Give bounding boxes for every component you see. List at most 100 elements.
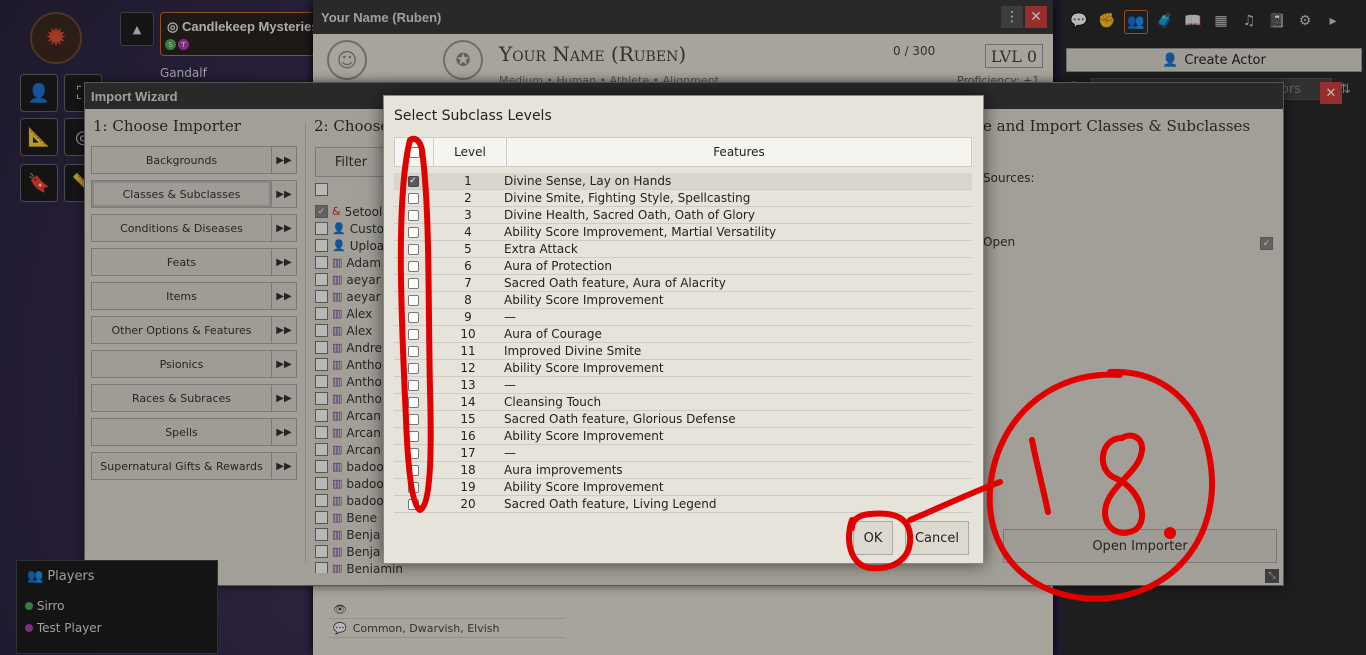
level-checkbox[interactable] xyxy=(407,260,419,272)
level-number: 1 xyxy=(464,174,472,188)
level-checkbox-cell xyxy=(394,394,432,410)
level-checkbox[interactable] xyxy=(407,498,419,510)
level-checkbox-cell xyxy=(394,275,432,291)
level-row[interactable]: 2 Divine Smite, Fighting Style, Spellcast… xyxy=(394,190,972,207)
level-row[interactable]: 10 Aura of Courage xyxy=(394,326,972,343)
level-row[interactable]: 14 Cleansing Touch xyxy=(394,394,972,411)
level-number: 7 xyxy=(464,276,472,290)
level-features: Ability Score Improvement xyxy=(504,361,664,375)
level-row[interactable]: 6 Aura of Protection xyxy=(394,258,972,275)
level-checkbox-cell xyxy=(394,377,432,393)
dialog-title: Select Subclass Levels xyxy=(394,108,552,124)
level-features: Ability Score Improvement xyxy=(504,293,664,307)
subclass-levels-dialog: Select Subclass Levels Level Features ✓ 1… xyxy=(383,95,984,564)
level-number: 10 xyxy=(460,327,476,341)
level-checkbox-cell xyxy=(394,241,432,257)
level-checkbox[interactable] xyxy=(407,430,419,442)
level-checkbox[interactable] xyxy=(407,328,419,340)
level-checkbox-cell xyxy=(394,309,432,325)
level-row[interactable]: 18 Aura improvements xyxy=(394,462,972,479)
level-features: Aura of Courage xyxy=(504,327,602,341)
level-checkbox[interactable] xyxy=(407,379,419,391)
level-row[interactable]: 20 Sacred Oath feature, Living Legend xyxy=(394,496,972,513)
level-features: Cleansing Touch xyxy=(504,395,602,409)
level-checkbox[interactable] xyxy=(407,209,419,221)
level-features: — xyxy=(504,310,516,324)
level-number: 15 xyxy=(460,412,476,426)
level-number: 8 xyxy=(464,293,472,307)
level-number: 16 xyxy=(460,429,476,443)
level-features: — xyxy=(504,378,516,392)
levels-table-header: Level Features xyxy=(394,137,972,167)
level-row[interactable]: 11 Improved Divine Smite xyxy=(394,343,972,360)
level-checkbox-cell xyxy=(394,496,432,512)
level-features: Sacred Oath feature, Glorious Defense xyxy=(504,412,736,426)
level-checkbox[interactable] xyxy=(407,413,419,425)
level-checkbox-cell xyxy=(394,411,432,427)
level-checkbox-cell xyxy=(394,224,432,240)
level-checkbox-cell xyxy=(394,360,432,376)
level-checkbox[interactable] xyxy=(407,464,419,476)
level-checkbox-cell xyxy=(394,445,432,461)
level-number: 3 xyxy=(464,208,472,222)
features-column-header[interactable]: Features xyxy=(507,138,971,166)
level-number: 19 xyxy=(460,480,476,494)
level-features: Ability Score Improvement, Martial Versa… xyxy=(504,225,777,239)
level-checkbox-cell xyxy=(394,479,432,495)
level-number: 13 xyxy=(460,378,476,392)
level-checkbox-cell xyxy=(394,462,432,478)
level-number: 9 xyxy=(464,310,472,324)
level-checkbox[interactable] xyxy=(407,226,419,238)
level-number: 12 xyxy=(460,361,476,375)
level-row[interactable]: 7 Sacred Oath feature, Aura of Alacrity xyxy=(394,275,972,292)
level-checkbox-cell xyxy=(394,258,432,274)
level-features: Divine Sense, Lay on Hands xyxy=(504,174,672,188)
select-all-cell xyxy=(395,138,434,166)
level-row[interactable]: 5 Extra Attack xyxy=(394,241,972,258)
level-row[interactable]: 8 Ability Score Improvement xyxy=(394,292,972,309)
level-row[interactable]: 15 Sacred Oath feature, Glorious Defense xyxy=(394,411,972,428)
level-features: Sacred Oath feature, Aura of Alacrity xyxy=(504,276,726,290)
level-number: 4 xyxy=(464,225,472,239)
level-row[interactable]: 16 Ability Score Improvement xyxy=(394,428,972,445)
level-number: 14 xyxy=(460,395,476,409)
ok-button[interactable]: OK xyxy=(853,521,893,555)
level-checkbox-cell xyxy=(394,190,432,206)
level-checkbox-cell xyxy=(394,343,432,359)
level-checkbox[interactable] xyxy=(407,396,419,408)
level-checkbox[interactable] xyxy=(407,311,419,323)
level-checkbox-cell xyxy=(394,428,432,444)
level-row[interactable]: 13 — xyxy=(394,377,972,394)
level-features: — xyxy=(504,446,516,460)
level-features: Improved Divine Smite xyxy=(504,344,642,358)
level-row[interactable]: 12 Ability Score Improvement xyxy=(394,360,972,377)
level-features: Extra Attack xyxy=(504,242,578,256)
level-checkbox[interactable] xyxy=(407,345,419,357)
level-row[interactable]: 4 Ability Score Improvement, Martial Vers… xyxy=(394,224,972,241)
select-all-checkbox[interactable] xyxy=(408,146,420,158)
level-checkbox[interactable] xyxy=(407,447,419,459)
level-features: Ability Score Improvement xyxy=(504,429,664,443)
level-checkbox[interactable] xyxy=(407,192,419,204)
level-row[interactable]: 9— xyxy=(394,309,972,326)
level-row[interactable]: 17 — xyxy=(394,445,972,462)
level-row[interactable]: ✓ 1 Divine Sense, Lay on Hands xyxy=(394,173,972,190)
level-number: 17 xyxy=(460,446,476,460)
level-checkbox[interactable] xyxy=(407,294,419,306)
level-number: 11 xyxy=(460,344,476,358)
level-checkbox[interactable] xyxy=(407,481,419,493)
level-checkbox[interactable] xyxy=(407,243,419,255)
level-column-header[interactable]: Level xyxy=(434,138,507,166)
level-features: Divine Health, Sacred Oath, Oath of Glor… xyxy=(504,208,755,222)
level-features: Divine Smite, Fighting Style, Spellcasti… xyxy=(504,191,751,205)
level-checkbox[interactable] xyxy=(407,362,419,374)
level-checkbox[interactable] xyxy=(407,277,419,289)
level-features: Ability Score Improvement xyxy=(504,480,664,494)
level-number: 6 xyxy=(464,259,472,273)
cancel-button[interactable]: Cancel xyxy=(905,521,969,555)
level-number: 20 xyxy=(460,497,476,511)
level-checkbox[interactable]: ✓ xyxy=(407,175,419,187)
level-checkbox-cell xyxy=(394,326,432,342)
level-row[interactable]: 3 Divine Health, Sacred Oath, Oath of Glo… xyxy=(394,207,972,224)
level-row[interactable]: 19 Ability Score Improvement xyxy=(394,479,972,496)
